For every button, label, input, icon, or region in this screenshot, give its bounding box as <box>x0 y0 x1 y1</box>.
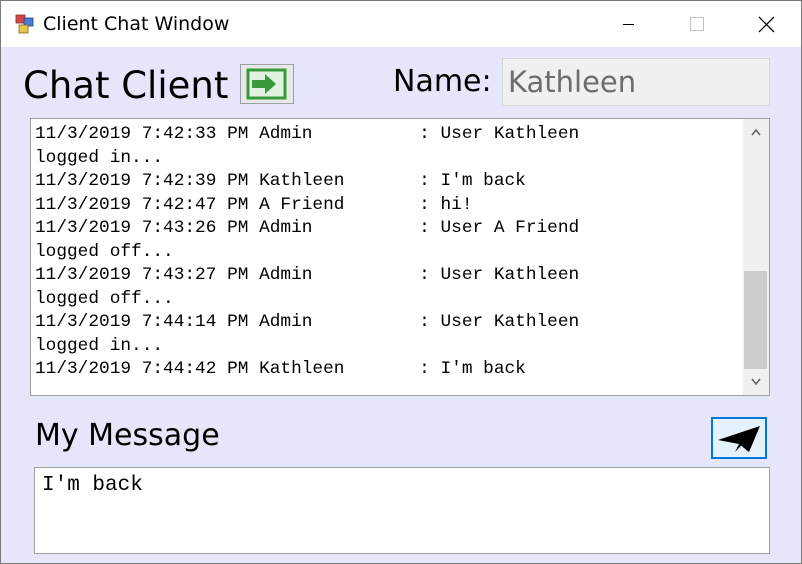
chat-log-line: 11/3/2019 7:42:39 PM Kathleen : I'm back <box>35 171 526 191</box>
chat-log-line: 11/3/2019 7:44:42 PM Kathleen : I'm back <box>35 359 526 379</box>
title-bar[interactable]: Client Chat Window <box>1 1 801 47</box>
chat-log-line: 11/3/2019 7:43:27 PM Admin : User Kathle… <box>35 265 580 285</box>
my-message-label: My Message <box>35 418 220 453</box>
chat-log-line: 11/3/2019 7:42:47 PM A Friend : hi! <box>35 194 473 215</box>
minimize-button[interactable] <box>606 1 652 47</box>
name-label: Name: <box>393 64 492 99</box>
chat-log-line: logged off... <box>35 288 174 309</box>
window-title: Client Chat Window <box>43 13 230 35</box>
send-icon <box>718 426 760 452</box>
chat-log-scrollbar[interactable] <box>743 119 769 395</box>
maximize-button[interactable] <box>674 1 720 47</box>
scroll-thumb[interactable] <box>744 271 767 369</box>
chevron-up-icon <box>751 128 761 136</box>
chat-client-title: Chat Client <box>23 64 229 107</box>
chat-log-line: logged off... <box>35 241 174 262</box>
send-button[interactable] <box>711 417 767 459</box>
scroll-up-button[interactable] <box>743 119 769 145</box>
name-field[interactable]: Kathleen <box>502 58 770 106</box>
close-button[interactable] <box>742 1 788 47</box>
chat-log-lines: 11/3/2019 7:42:33 PM Admin : User Kathle… <box>35 123 735 382</box>
login-button[interactable] <box>240 64 294 104</box>
chat-log-line: 11/3/2019 7:43:26 PM Admin : User A Frie… <box>35 218 580 238</box>
app-icon <box>15 14 35 34</box>
close-icon <box>758 16 775 33</box>
chat-log-line: 11/3/2019 7:44:14 PM Admin : User Kathle… <box>35 312 580 332</box>
chat-log-line: logged in... <box>35 147 164 168</box>
chat-log-line: logged in... <box>35 335 164 356</box>
scroll-down-button[interactable] <box>743 369 769 395</box>
chevron-down-icon <box>751 378 761 386</box>
minimize-icon <box>623 24 634 25</box>
chat-window: Client Chat Window Chat Client Name: Kat… <box>0 0 802 564</box>
login-icon <box>246 68 287 100</box>
maximize-icon <box>690 17 704 31</box>
chat-log-line: 11/3/2019 7:42:33 PM Admin : User Kathle… <box>35 124 580 144</box>
chat-log[interactable]: 11/3/2019 7:42:33 PM Admin : User Kathle… <box>30 118 770 396</box>
message-input[interactable]: I'm back <box>34 467 770 554</box>
